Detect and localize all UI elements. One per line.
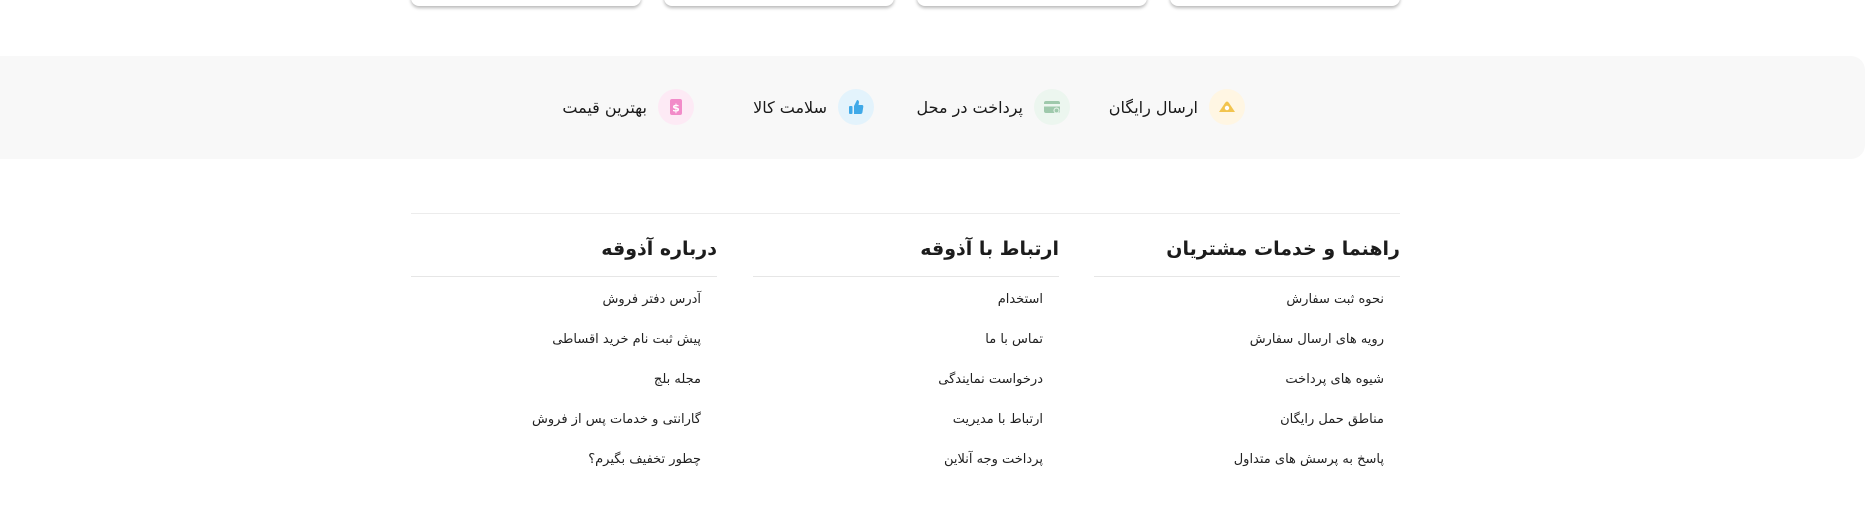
footer-link[interactable]: استخدام [753,289,1043,329]
footer-link[interactable]: مجله بلج [411,369,701,409]
dollar-icon: $ [658,89,694,125]
footer-column-title: ارتباط با آذوقه [920,238,1059,260]
product-card[interactable] [411,0,641,6]
footer-link[interactable]: چطور تخفیف بگیرم؟ [411,449,701,489]
product-card[interactable] [917,0,1147,6]
feature-best-price: $ بهترین قیمت [562,88,694,126]
thumbs-up-icon [838,89,874,125]
footer-link[interactable]: پاسخ به پرسش های متداول [1094,449,1384,489]
product-card[interactable] [1170,0,1400,6]
footer-link-list: استخدام تماس با ما درخواست نمایندگی ارتب… [753,277,1059,489]
footer-link[interactable]: تماس با ما [753,329,1043,369]
footer-link[interactable]: پیش ثبت نام خرید اقساطی [411,329,701,369]
footer-link[interactable]: نحوه ثبت سفارش [1094,289,1384,329]
feature-label: بهترین قیمت [562,97,647,117]
footer-link[interactable]: درخواست نمایندگی [753,369,1043,409]
footer-link[interactable]: پرداخت وجه آنلاین [753,449,1043,489]
card-icon [1034,89,1070,125]
feature-label: پرداخت در محل [916,97,1024,117]
feature-label: سلامت کالا [753,97,827,117]
footer-link-list: نحوه ثبت سفارش رویه های ارسال سفارش شیوه… [1094,277,1400,489]
footer-link[interactable]: آدرس دفتر فروش [411,289,701,329]
feature-product-health: سلامت کالا [753,88,874,126]
footer-link[interactable]: ارتباط با مدیریت [753,409,1043,449]
footer-column-contact: ارتباط با آذوقه استخدام تماس با ما درخوا… [753,233,1059,489]
footer-divider [411,213,1400,214]
product-card[interactable] [664,0,894,6]
footer-column-title: راهنما و خدمات مشتریان [1166,238,1400,260]
footer-link-list: آدرس دفتر فروش پیش ثبت نام خرید اقساطی م… [411,277,717,489]
footer-column-customer-service: راهنما و خدمات مشتریان نحوه ثبت سفارش رو… [1094,233,1400,489]
footer-column-about: درباره آذوقه آدرس دفتر فروش پیش ثبت نام … [411,233,717,489]
footer-link[interactable]: شیوه های پرداخت [1094,369,1384,409]
footer-link[interactable]: رویه های ارسال سفارش [1094,329,1384,369]
feature-free-shipping: ارسال رایگان [1109,88,1245,126]
feature-cash-on-delivery: پرداخت در محل [916,88,1070,126]
footer-column-title: درباره آذوقه [601,238,717,260]
truck-icon [1209,89,1245,125]
feature-label: ارسال رایگان [1108,97,1198,117]
page: ارسال رایگان پرداخت در محل سلامت کالا $ [0,0,1865,518]
svg-text:$: $ [672,102,680,115]
footer-link[interactable]: مناطق حمل رایگان [1094,409,1384,449]
footer-link[interactable]: گارانتی و خدمات پس از فروش [411,409,701,449]
